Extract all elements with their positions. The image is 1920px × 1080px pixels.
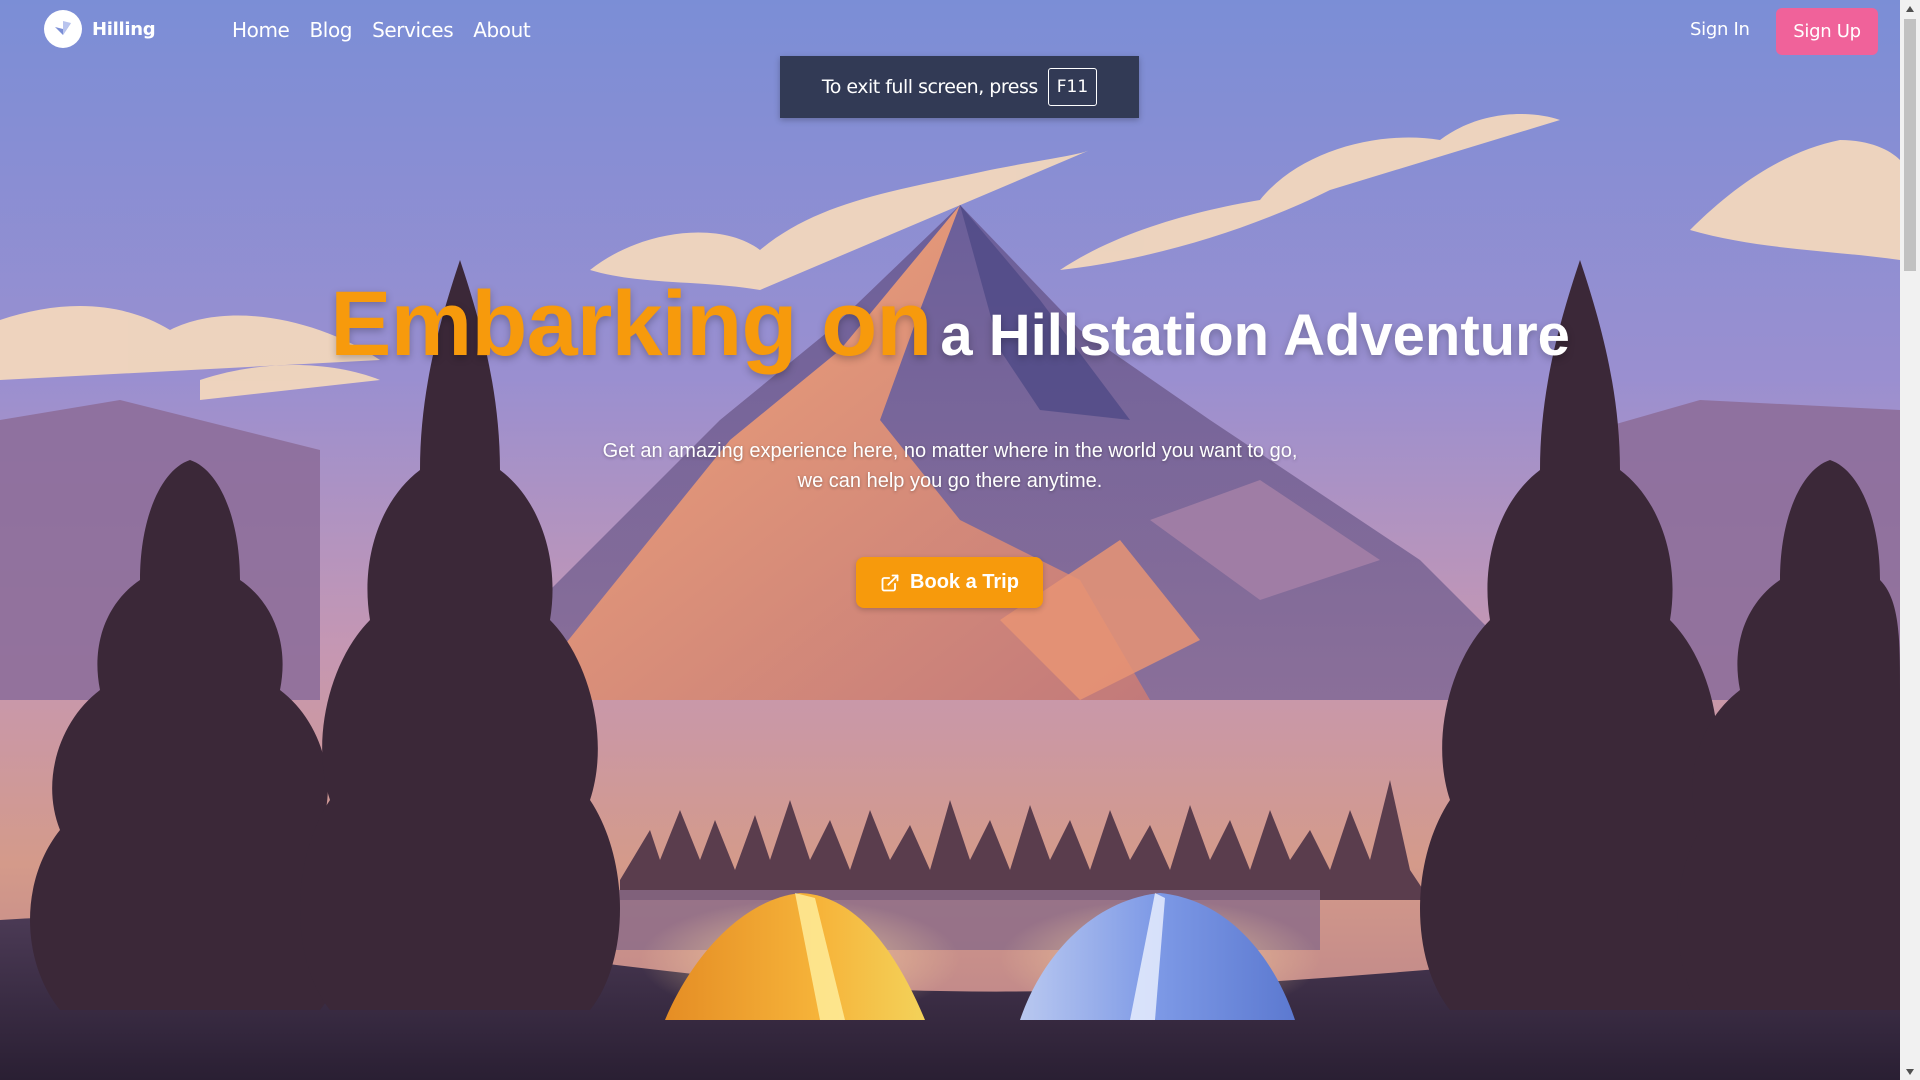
sign-in-link[interactable]: Sign In bbox=[1690, 19, 1750, 40]
brand-name: Hilling bbox=[92, 18, 156, 40]
hero-background-illustration bbox=[0, 0, 1900, 1080]
hero-subtitle-line-2: we can help you go there anytime. bbox=[797, 470, 1103, 492]
brand-logo[interactable]: Hilling bbox=[44, 10, 156, 48]
external-link-icon bbox=[880, 573, 900, 593]
hero-subtitle-line-1: Get an amazing experience here, no matte… bbox=[602, 440, 1298, 462]
nav-link-home[interactable]: Home bbox=[232, 18, 290, 42]
nav-link-about[interactable]: About bbox=[473, 18, 531, 42]
sign-up-button[interactable]: Sign Up bbox=[1776, 8, 1878, 55]
hero-title: Embarking on a Hillstation Adventure bbox=[0, 272, 1900, 377]
book-a-trip-label: Book a Trip bbox=[910, 571, 1019, 593]
nav-link-blog[interactable]: Blog bbox=[309, 18, 352, 42]
scroll-up-arrow-icon[interactable] bbox=[1900, 0, 1920, 17]
scroll-down-arrow-icon[interactable] bbox=[1900, 1063, 1920, 1080]
fullscreen-key-badge: F11 bbox=[1047, 68, 1098, 106]
hero-title-accent: Embarking on bbox=[330, 273, 932, 375]
vertical-scrollbar[interactable] bbox=[1900, 0, 1920, 1080]
scrollbar-thumb[interactable] bbox=[1904, 19, 1916, 271]
logo-mark-icon bbox=[44, 10, 82, 48]
page-viewport: Hilling Home Blog Services About Sign In… bbox=[0, 0, 1900, 1080]
hero-title-rest: a Hillstation Adventure bbox=[940, 303, 1570, 368]
nav-link-services[interactable]: Services bbox=[372, 18, 454, 42]
book-a-trip-button[interactable]: Book a Trip bbox=[856, 557, 1043, 608]
hero-subtitle: Get an amazing experience here, no matte… bbox=[550, 436, 1350, 496]
top-navbar: Hilling Home Blog Services About Sign In… bbox=[0, 0, 1900, 62]
main-menu: Home Blog Services About bbox=[232, 18, 531, 42]
fullscreen-exit-notice: To exit full screen, press F11 bbox=[780, 56, 1139, 118]
fullscreen-notice-text: To exit full screen, press bbox=[821, 76, 1038, 98]
